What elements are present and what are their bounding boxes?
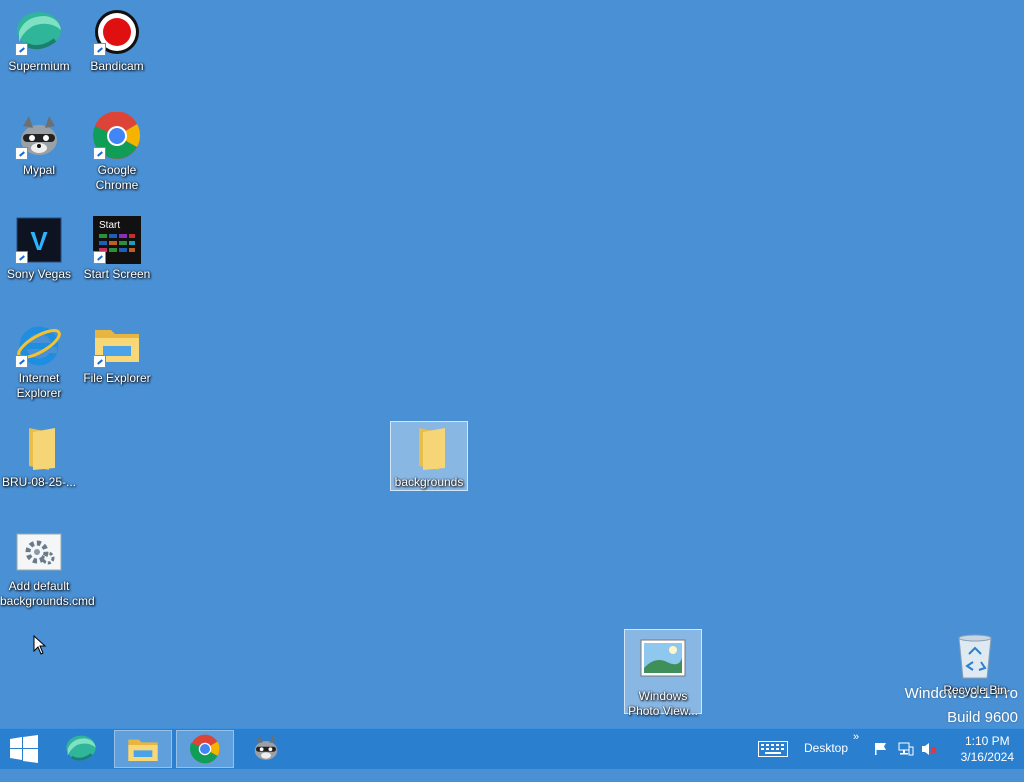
- desktop-icon-supermium[interactable]: Supermium: [0, 6, 78, 74]
- desktop-icon-mypal[interactable]: Mypal: [0, 110, 78, 178]
- start-button-icon: [10, 735, 38, 763]
- keyboard-icon: [758, 741, 788, 757]
- icon-label: Add default backgrounds.cmd: [0, 579, 95, 608]
- icon-label: Sony Vegas: [6, 267, 72, 281]
- chrome-icon: [93, 111, 141, 160]
- mypal-icon: [15, 112, 63, 160]
- vegas-icon: V: [15, 216, 63, 264]
- os-watermark-line2: Build 9600: [947, 709, 1018, 726]
- desktop-icon-bru-folder[interactable]: BRU-08-25-...: [0, 422, 78, 490]
- icon-label: BRU-08-25-...: [1, 475, 77, 489]
- svg-text:V: V: [30, 226, 48, 256]
- desktop[interactable]: Supermium Bandicam Mypal Google Chrome V…: [0, 0, 1024, 728]
- supermium-icon: [66, 735, 96, 761]
- action-center-icon[interactable]: [874, 742, 888, 782]
- desktop-icon-backgrounds-folder[interactable]: backgrounds: [390, 421, 468, 491]
- icon-label: backgrounds: [394, 475, 464, 489]
- icon-label: Google Chrome: [95, 163, 139, 192]
- start-button[interactable]: [0, 730, 48, 768]
- recycle-bin-icon: [951, 632, 999, 680]
- taskbar-mypal[interactable]: [238, 730, 296, 768]
- photo-viewer-icon: [639, 638, 687, 686]
- icon-label: Supermium: [8, 59, 70, 73]
- mypal-icon: [254, 735, 278, 760]
- toolbar-chevron[interactable]: »: [853, 731, 859, 771]
- file-explorer-icon: [93, 320, 141, 368]
- start-screen-icon: Start: [93, 216, 141, 264]
- clock-date: 3/16/2024: [960, 750, 1014, 764]
- bandicam-icon: [93, 8, 141, 56]
- desktop-icon-google-chrome[interactable]: Google Chrome: [78, 110, 156, 193]
- icon-label: Bandicam: [90, 59, 144, 73]
- desktop-icon-sony-vegas[interactable]: V Sony Vegas: [0, 214, 78, 282]
- icon-label: Recycle Bin: [943, 683, 1007, 697]
- network-icon[interactable]: [898, 742, 914, 782]
- folder-icon: [405, 424, 453, 472]
- taskbar: Desktop » 1:10 PM 3/16/2024: [0, 728, 1024, 769]
- icon-label: File Explorer: [83, 371, 151, 385]
- supermium-icon: [15, 8, 63, 56]
- folder-icon: [15, 424, 63, 472]
- clock-time: 1:10 PM: [964, 734, 1010, 748]
- desktop-icon-windows-photo-viewer[interactable]: Windows Photo View...: [624, 629, 702, 718]
- icon-label: Internet Explorer: [16, 371, 62, 400]
- desktop-toolbar-label[interactable]: Desktop: [804, 741, 848, 781]
- mouse-cursor-icon: [33, 635, 47, 655]
- icon-label: Start Screen: [83, 267, 151, 281]
- touch-keyboard-button[interactable]: [758, 741, 788, 781]
- chrome-icon: [190, 734, 220, 764]
- desktop-icon-bandicam[interactable]: Bandicam: [78, 6, 156, 74]
- desktop-icon-internet-explorer[interactable]: Internet Explorer: [0, 318, 78, 401]
- taskbar-chrome[interactable]: [176, 730, 234, 768]
- taskbar-supermium[interactable]: [52, 730, 110, 768]
- file-explorer-icon: [128, 739, 158, 761]
- internet-explorer-icon: [15, 320, 63, 368]
- cmd-script-icon: [15, 528, 63, 576]
- desktop-icon-add-default-backgrounds-cmd[interactable]: Add default backgrounds.cmd: [0, 526, 95, 609]
- desktop-icon-recycle-bin[interactable]: Recycle Bin: [936, 630, 1014, 698]
- desktop-icon-file-explorer[interactable]: File Explorer: [78, 318, 156, 386]
- icon-label: Mypal: [22, 163, 55, 177]
- taskbar-file-explorer[interactable]: [114, 730, 172, 768]
- volume-muted-icon[interactable]: [921, 742, 939, 782]
- icon-label: Windows Photo View...: [628, 689, 698, 718]
- taskbar-clock[interactable]: 1:10 PM 3/16/2024: [961, 733, 1014, 765]
- desktop-icon-start-screen[interactable]: Start Start Screen: [78, 214, 156, 282]
